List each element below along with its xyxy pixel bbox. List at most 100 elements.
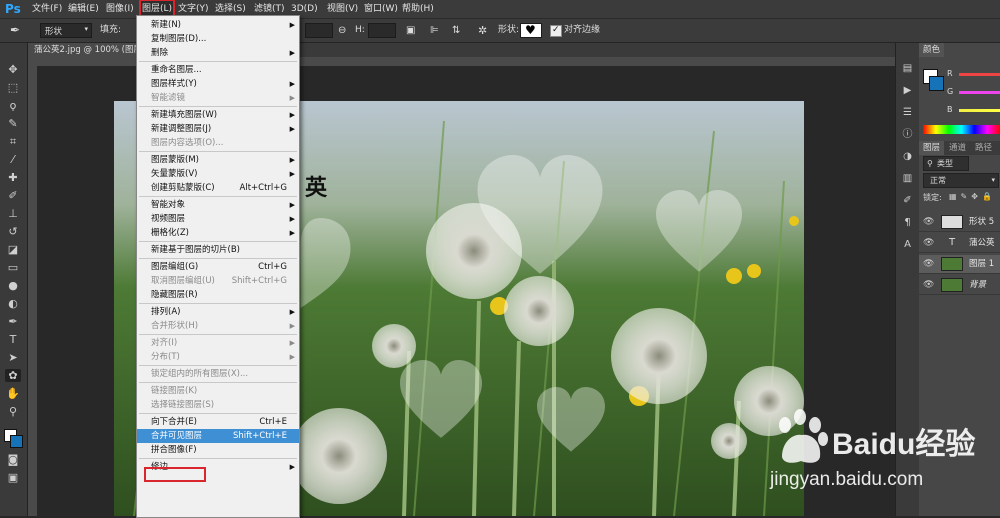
heart-shape[interactable] xyxy=(476,155,604,280)
properties-panel-icon[interactable]: ☰ xyxy=(900,107,915,119)
layer-menu-item[interactable]: 重命名图层... xyxy=(137,63,299,77)
menu-help[interactable]: 帮助(H) xyxy=(402,0,434,18)
history-brush-tool-icon[interactable]: ↺ xyxy=(5,225,21,238)
layer-menu-item[interactable]: 新建基于图层的切片(B) xyxy=(137,243,299,257)
layer-menu-item[interactable]: 新建填充图层(W) ▶ xyxy=(137,108,299,122)
menu-item-label: 排列(A) xyxy=(151,307,181,317)
eyedropper-tool-icon[interactable]: ⁄ xyxy=(5,153,21,166)
quick-mask-icon[interactable]: ◙ xyxy=(5,453,21,466)
quick-select-tool-icon[interactable]: ✎ xyxy=(5,117,21,130)
g-slider[interactable] xyxy=(959,91,1000,94)
blend-mode-select[interactable]: 正常 ▾ xyxy=(923,173,999,188)
path-align-icon[interactable]: ⊫ xyxy=(430,23,439,38)
eye-icon[interactable]: 👁 xyxy=(923,276,934,294)
info-panel-icon[interactable]: ⓘ xyxy=(900,129,915,141)
layer-menu-item[interactable]: 图层样式(Y) ▶ xyxy=(137,77,299,91)
eye-icon[interactable]: 👁 xyxy=(923,213,934,231)
arrange-icon[interactable]: ⇅ xyxy=(452,23,460,38)
menu-file[interactable]: 文件(F) xyxy=(32,0,62,18)
width-field[interactable] xyxy=(305,23,333,38)
shape-mode-select[interactable]: 形状 ▾ xyxy=(40,23,92,38)
path-ops-icon[interactable]: ▣ xyxy=(406,23,415,38)
brush-panel-icon[interactable]: ✐ xyxy=(900,195,915,207)
tab-channels[interactable]: 通道 xyxy=(945,141,970,155)
link-icon[interactable]: ⊖ xyxy=(338,23,346,38)
heart-shape[interactable] xyxy=(656,183,742,283)
eye-icon[interactable]: 👁 xyxy=(923,234,934,252)
gradient-tool-icon[interactable]: ▭ xyxy=(5,261,21,274)
layer-menu-item[interactable]: 图层蒙版(M) ▶ xyxy=(137,153,299,167)
eye-icon[interactable]: 👁 xyxy=(923,255,934,273)
canvas-text-layer[interactable]: 英 xyxy=(305,170,327,202)
layer-menu-item[interactable]: 新建(N) ▶ xyxy=(137,18,299,32)
layer-menu-item[interactable]: 复制图层(D)... xyxy=(137,32,299,46)
color-panel-tab[interactable]: 颜色 xyxy=(919,43,945,57)
submenu-arrow-icon: ▶ xyxy=(289,21,295,29)
background-color-swatch[interactable] xyxy=(10,435,23,448)
b-slider[interactable] xyxy=(959,109,1000,112)
gear-icon[interactable]: ✲ xyxy=(478,23,487,38)
character-panel-icon[interactable]: A xyxy=(900,239,915,251)
document-tab[interactable]: 蒲公英2.jpg @ 100% (图层 xyxy=(28,43,148,57)
layer-menu-item[interactable]: 向下合并(E) Ctrl+E xyxy=(137,415,299,429)
dodge-tool-icon[interactable]: ◐ xyxy=(5,297,21,310)
layer-menu-item[interactable]: 创建剪贴蒙版(C) Alt+Ctrl+G xyxy=(137,181,299,195)
layer-menu-item[interactable]: 新建调整图层(J) ▶ xyxy=(137,122,299,136)
height-field[interactable] xyxy=(368,23,396,38)
g-slider-label: G xyxy=(947,87,954,96)
actions-panel-icon[interactable]: ▶ xyxy=(900,85,915,97)
layer-menu-item[interactable]: 矢量蒙版(V) ▶ xyxy=(137,167,299,181)
lock-icons[interactable]: ▦✎✥🔒 xyxy=(949,192,996,201)
move-tool-icon[interactable]: ✥ xyxy=(5,63,21,76)
brush-tool-icon[interactable]: ✐ xyxy=(5,189,21,202)
layer-row[interactable]: 👁 T 蒲公英 xyxy=(919,234,1000,253)
layer-menu-item[interactable]: 智能对象 ▶ xyxy=(137,198,299,212)
layer-menu-item[interactable]: 隐藏图层(R) xyxy=(137,288,299,302)
layer-menu-item[interactable]: 排列(A) ▶ xyxy=(137,305,299,319)
hand-tool-icon[interactable]: ✋ xyxy=(5,387,21,400)
styles-panel-icon[interactable]: ▥ xyxy=(900,173,915,185)
custom-shape-tool-icon[interactable]: ✿ xyxy=(5,369,21,382)
menu-separator xyxy=(139,365,297,366)
heart-shape[interactable] xyxy=(537,362,605,480)
type-tool-icon[interactable]: T xyxy=(5,333,21,346)
screen-mode-icon[interactable]: ▣ xyxy=(5,471,21,484)
r-slider[interactable] xyxy=(959,73,1000,76)
custom-shape-picker[interactable]: ♥ xyxy=(520,23,542,38)
tab-layers[interactable]: 图层 xyxy=(919,141,945,155)
menu-edit[interactable]: 编辑(E) xyxy=(68,0,99,18)
pen-tool-icon[interactable]: ✒ xyxy=(10,23,20,38)
menu-separator xyxy=(139,241,297,242)
layer-menu-item[interactable]: 视频图层 ▶ xyxy=(137,212,299,226)
layer-menu-item[interactable]: 图层编组(G) Ctrl+G xyxy=(137,260,299,274)
menu-image[interactable]: 图像(I) xyxy=(106,0,134,18)
layer-filter-select[interactable]: ⚲ 类型 xyxy=(923,156,969,171)
pen-tool-icon[interactable]: ✒ xyxy=(5,315,21,328)
heart-shape[interactable] xyxy=(400,358,482,444)
path-select-tool-icon[interactable]: ➤ xyxy=(5,351,21,364)
color-bg-swatch[interactable] xyxy=(929,76,944,91)
crop-tool-icon[interactable]: ⌗ xyxy=(5,135,21,148)
clone-stamp-tool-icon[interactable]: ⊥ xyxy=(5,207,21,220)
menu-window[interactable]: 窗口(W) xyxy=(364,0,398,18)
layer-row-selected[interactable]: 👁 图层 1 xyxy=(919,255,1000,274)
layer-row[interactable]: 👁 形状 5 xyxy=(919,213,1000,232)
tab-paths[interactable]: 路径 xyxy=(971,141,996,155)
layer-menu-item[interactable]: 栅格化(Z) ▶ xyxy=(137,226,299,240)
history-panel-icon[interactable]: ▤ xyxy=(900,63,915,75)
layer-row[interactable]: 👁 背景 xyxy=(919,276,1000,295)
healing-brush-tool-icon[interactable]: ✚ xyxy=(5,171,21,184)
marquee-tool-icon[interactable]: ⬚ xyxy=(5,81,21,94)
blur-tool-icon[interactable]: ● xyxy=(5,279,21,292)
paragraph-panel-icon[interactable]: ¶ xyxy=(900,217,915,229)
lasso-tool-icon[interactable]: ϙ xyxy=(5,99,21,112)
eraser-tool-icon[interactable]: ◪ xyxy=(5,243,21,256)
layer-menu-item[interactable]: 删除 ▶ xyxy=(137,46,299,60)
heart-shape[interactable] xyxy=(298,218,353,318)
layer-menu-item[interactable]: 拼合图像(F) xyxy=(137,443,299,457)
color-spectrum[interactable] xyxy=(923,125,1000,134)
zoom-tool-icon[interactable]: ⚲ xyxy=(5,405,21,418)
layer-menu-item[interactable]: 合并可见图层 Shift+Ctrl+E xyxy=(137,429,299,443)
menu-view[interactable]: 视图(V) xyxy=(327,0,358,18)
adjustments-panel-icon[interactable]: ◑ xyxy=(900,151,915,163)
